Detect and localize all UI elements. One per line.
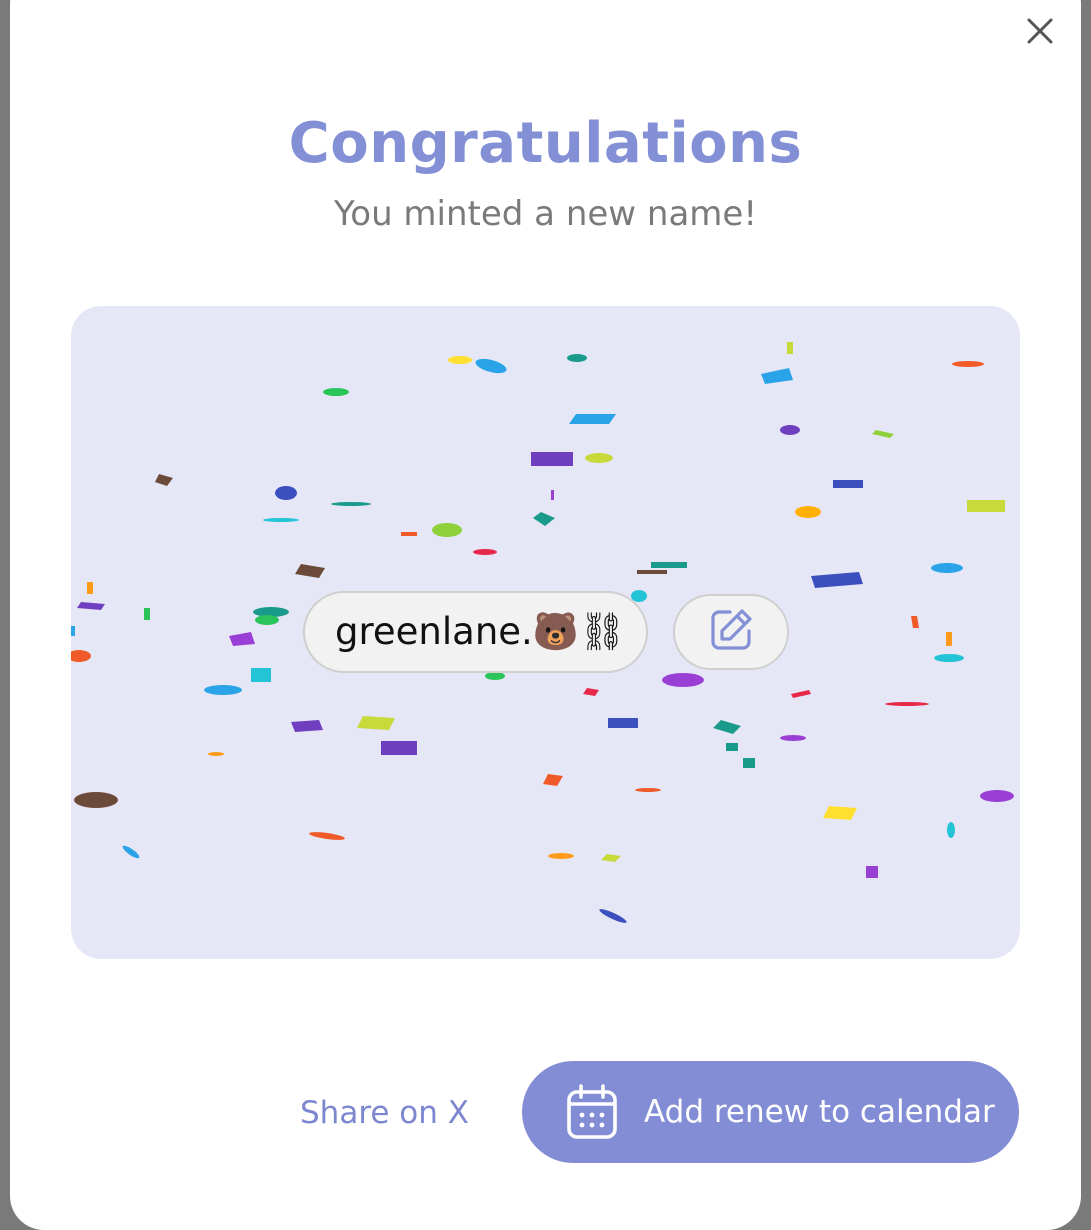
close-icon	[1021, 12, 1059, 50]
calendar-button-label: Add renew to calendar	[644, 1094, 995, 1130]
page-title: Congratulations	[288, 111, 803, 176]
minted-name-pill: greenlane.🐻⛓	[303, 591, 648, 673]
edit-icon	[706, 605, 756, 659]
calendar-icon	[566, 1084, 618, 1140]
add-renew-to-calendar-button[interactable]: Add renew to calendar	[522, 1061, 1019, 1163]
page-subtitle: You minted a new name!	[334, 194, 757, 234]
share-on-x-link[interactable]: Share on X	[300, 1092, 469, 1134]
confetti-stage: greenlane.🐻⛓	[71, 306, 1020, 959]
close-button[interactable]	[1021, 12, 1059, 50]
minted-name: greenlane.🐻⛓	[335, 610, 626, 653]
edit-button[interactable]	[673, 594, 789, 670]
